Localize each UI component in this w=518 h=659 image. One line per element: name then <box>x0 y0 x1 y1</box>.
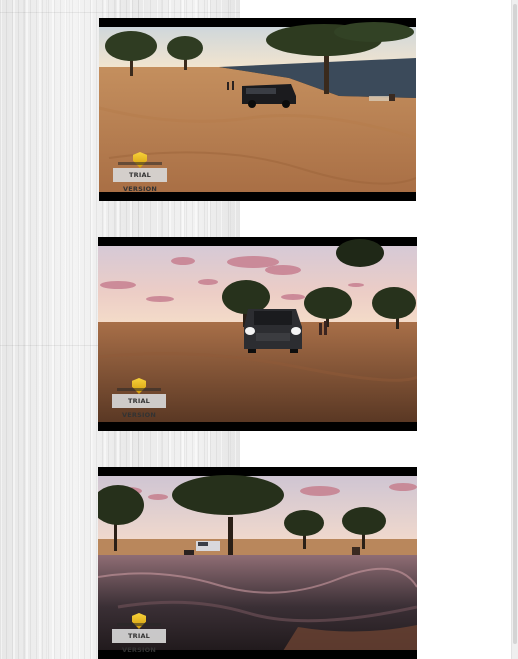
watermark-label: TRIAL VERSION <box>112 629 166 654</box>
watermark-label: TRIAL VERSION <box>112 394 166 419</box>
trial-watermark: TRIAL VERSION <box>112 613 166 654</box>
game-screenshot-1[interactable]: TRIAL VERSION <box>99 18 416 201</box>
trial-watermark: TRIAL VERSION <box>112 378 166 419</box>
shield-icon <box>132 613 146 629</box>
scrollbar-thumb[interactable] <box>513 4 517 644</box>
trial-watermark: TRIAL VERSION <box>113 152 167 193</box>
shield-icon <box>133 152 147 168</box>
game-screenshot-2[interactable]: TRIAL VERSION <box>98 237 417 431</box>
shield-icon <box>132 378 146 394</box>
page-scrollbar[interactable] <box>511 0 518 659</box>
watermark-label: TRIAL VERSION <box>113 168 167 193</box>
game-screenshot-3[interactable]: TRIAL VERSION <box>98 467 417 659</box>
